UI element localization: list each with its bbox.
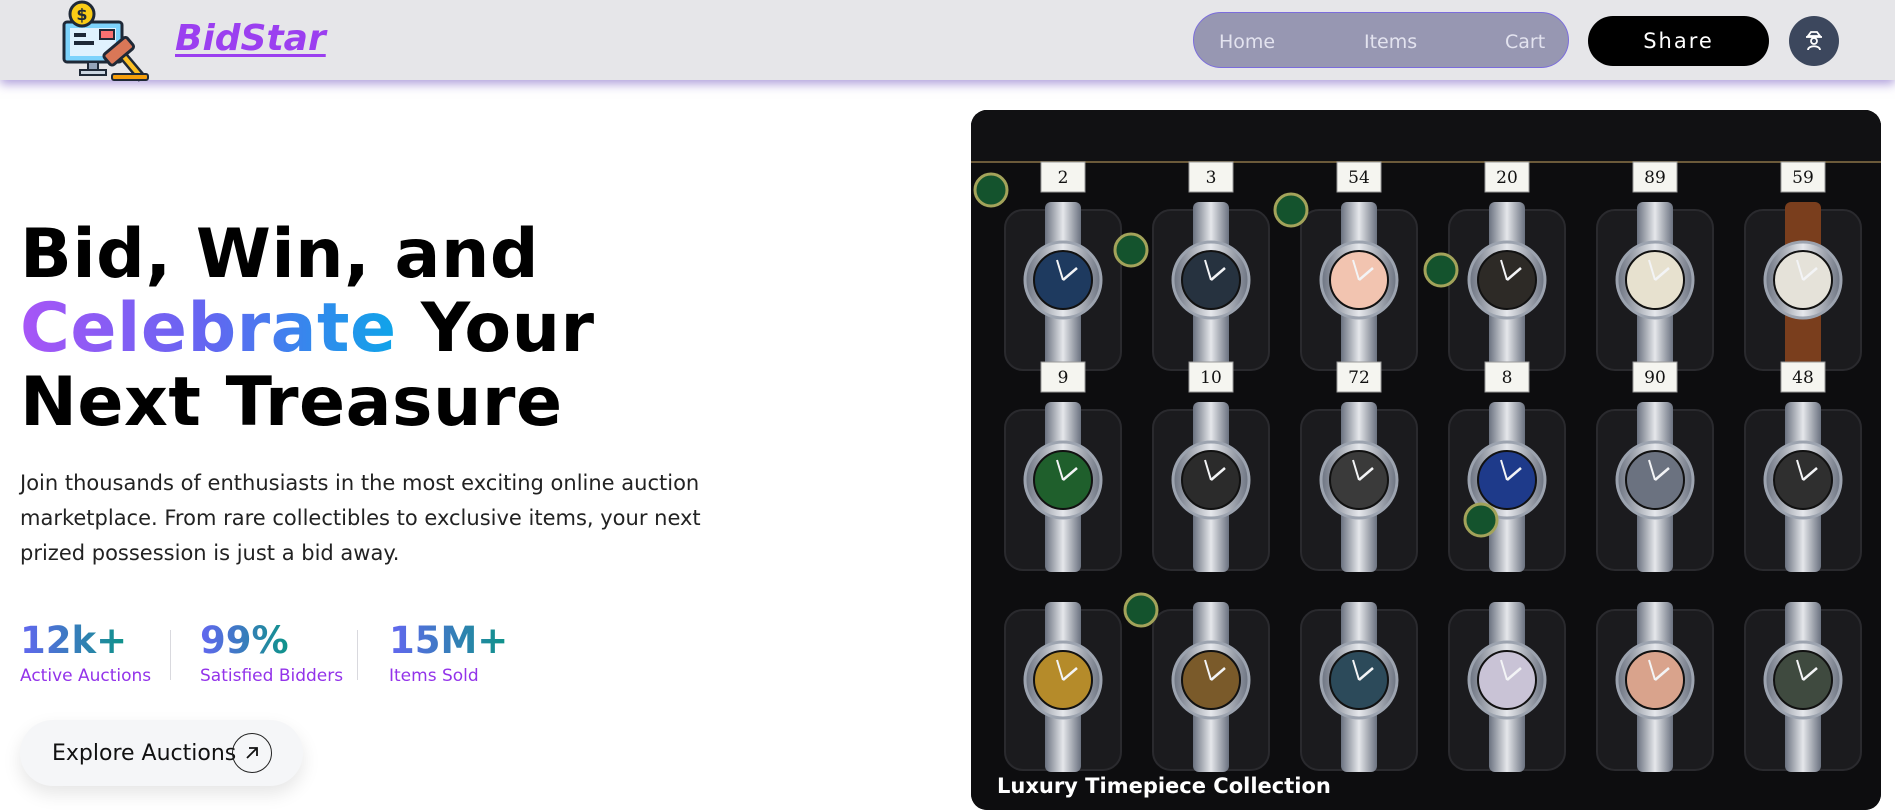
hang-tag	[1123, 592, 1159, 628]
watch-item	[1596, 602, 1714, 772]
stat-items-sold: 15M+ Items Sold	[389, 619, 509, 687]
number-tag: 20	[1484, 161, 1530, 193]
hang-tag	[973, 172, 1009, 208]
share-button[interactable]: Share	[1588, 16, 1769, 66]
hero-title-line2: Celebrate Your	[20, 292, 920, 366]
arrow-up-right-icon	[232, 733, 272, 773]
number-tag: 89	[1632, 161, 1678, 193]
svg-text:59: 59	[1792, 168, 1814, 188]
hero-title-line3: Next Treasure	[20, 363, 563, 442]
watch-collection-photo: 2 3 54 20 89 59 9 10 72 8 90 48 Luxury Timepiece Co…	[971, 110, 1881, 810]
brand-name[interactable]: BidStar	[175, 18, 326, 59]
user-icon	[1806, 31, 1822, 51]
watch-item	[1596, 202, 1714, 372]
svg-text:20: 20	[1496, 168, 1518, 188]
account-button[interactable]	[1789, 16, 1839, 66]
watch-item	[1004, 202, 1122, 372]
number-tag: 59	[1780, 161, 1826, 193]
explore-auctions-button[interactable]: Explore Auctions	[20, 720, 303, 786]
watch-item	[1448, 402, 1566, 572]
watch-item	[1004, 602, 1122, 772]
hero-title-line1: Bid, Win, and	[20, 215, 540, 294]
watch-item	[1152, 602, 1270, 772]
svg-text:3: 3	[1206, 168, 1217, 188]
number-tag: 10	[1188, 361, 1234, 393]
explore-auctions-label: Explore Auctions	[52, 740, 237, 766]
stat-label: Items Sold	[389, 666, 479, 686]
number-tag: 8	[1484, 361, 1530, 393]
number-tag: 48	[1780, 361, 1826, 393]
hero-title-line2-rest: Your	[396, 289, 595, 368]
number-tag: 3	[1188, 161, 1234, 193]
number-tag: 54	[1336, 161, 1382, 193]
image-caption: Luxury Timepiece Collection	[997, 774, 1331, 798]
stat-label: Active Auctions	[20, 666, 152, 686]
svg-text:89: 89	[1644, 168, 1666, 188]
hang-tag	[1273, 192, 1309, 228]
nav-cart[interactable]: Cart	[1505, 31, 1545, 53]
hero-description: Join thousands of enthusiasts in the mos…	[20, 471, 701, 565]
stat-active-auctions: 12k+ Active Auctions	[20, 619, 152, 687]
stat-value: 99%	[200, 619, 289, 662]
svg-text:48: 48	[1792, 368, 1814, 388]
watch-item	[1448, 202, 1566, 372]
nav-items[interactable]: Items	[1364, 31, 1417, 53]
site-header: $ BidStar Home Items Cart Share	[0, 0, 1895, 82]
auction-logo-icon[interactable]: $	[62, 0, 152, 82]
main-nav: Home Items Cart	[1193, 12, 1569, 68]
hang-tag	[1113, 232, 1149, 268]
watch-item	[1300, 402, 1418, 572]
svg-text:8: 8	[1502, 368, 1513, 388]
hero-title: Bid, Win, and Celebrate Your Next Treasu…	[20, 218, 920, 440]
hang-tag	[1463, 502, 1499, 538]
svg-text:2: 2	[1058, 168, 1069, 188]
stat-satisfied-bidders: 99% Satisfied Bidders	[200, 619, 344, 687]
svg-text:54: 54	[1348, 168, 1370, 188]
stat-value: 15M+	[389, 619, 509, 662]
number-tag: 2	[1040, 161, 1086, 193]
watch-item	[1744, 202, 1862, 372]
nav-home[interactable]: Home	[1219, 31, 1275, 53]
stat-divider	[357, 630, 358, 680]
number-tag: 72	[1336, 361, 1382, 393]
svg-text:10: 10	[1200, 368, 1222, 388]
stat-label: Satisfied Bidders	[200, 666, 344, 686]
stat-value: 12k+	[20, 619, 128, 662]
svg-text:9: 9	[1058, 368, 1069, 388]
hang-tag	[1423, 252, 1459, 288]
watch-tray-illustration: 2 3 54 20 89 59 9 10 72 8 90 48	[971, 110, 1881, 810]
stat-divider	[170, 630, 171, 680]
number-tag: 9	[1040, 361, 1086, 393]
watch-item	[1300, 602, 1418, 772]
svg-text:90: 90	[1644, 368, 1666, 388]
watch-item	[1152, 202, 1270, 372]
svg-text:72: 72	[1348, 368, 1370, 388]
watch-item	[1152, 402, 1270, 572]
svg-text:$: $	[76, 5, 87, 24]
number-tag: 90	[1632, 361, 1678, 393]
watch-item	[1744, 602, 1862, 772]
watch-item	[1596, 402, 1714, 572]
hero-title-highlight: Celebrate	[20, 289, 397, 368]
watch-item	[1004, 402, 1122, 572]
watch-item	[1744, 402, 1862, 572]
watch-item	[1300, 202, 1418, 372]
watch-item	[1448, 602, 1566, 772]
